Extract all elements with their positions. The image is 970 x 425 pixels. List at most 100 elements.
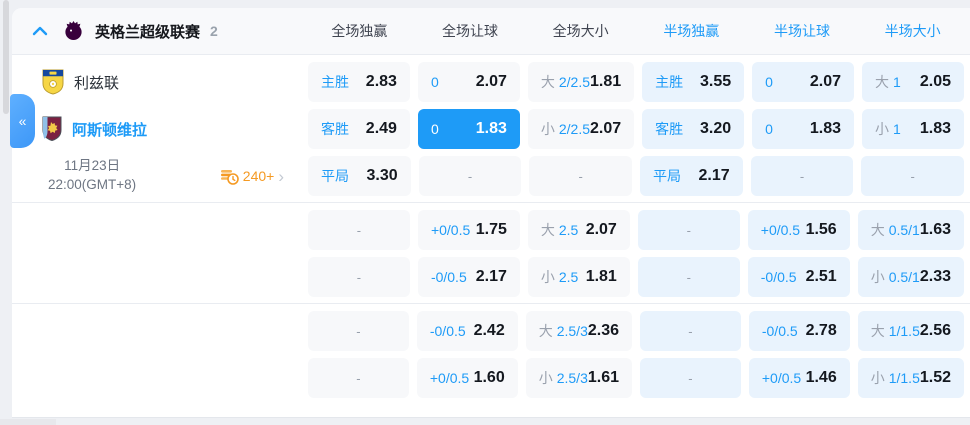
odds-cell[interactable]: 小 1 1.83 bbox=[862, 109, 964, 149]
odds-cell[interactable]: +0/0.5 1.75 bbox=[417, 210, 520, 250]
odds-cell[interactable]: 大 2.5 2.07 bbox=[527, 210, 630, 250]
aston-villa-crest-icon bbox=[42, 116, 62, 142]
odds-cell[interactable]: 客胜 2.49 bbox=[308, 109, 410, 149]
odds-line-label: +0/0.5 bbox=[761, 370, 802, 386]
odds-label-group: 大1 bbox=[875, 72, 901, 92]
odds-line-label: +0/0.5 bbox=[429, 370, 470, 386]
section-divider bbox=[12, 202, 970, 203]
odds-value: 3.55 bbox=[699, 73, 732, 90]
odds-cell[interactable]: -0/0.5 2.17 bbox=[417, 257, 520, 297]
odds-value: 2.07 bbox=[809, 73, 842, 90]
odds-value: 2.07 bbox=[585, 221, 617, 238]
match-left-cell: 阿斯顿维拉 bbox=[12, 109, 300, 149]
odds-cell[interactable]: 0 2.07 bbox=[752, 62, 855, 102]
home-team-name: 利兹联 bbox=[74, 74, 120, 92]
odds-cell[interactable]: 0 1.83 bbox=[752, 109, 855, 149]
odds-cell[interactable]: -0/0.5 2.51 bbox=[747, 257, 850, 297]
odds-line-label: 0 bbox=[765, 74, 773, 90]
column-header-fulltime-handicap: 全场让球 bbox=[441, 23, 498, 39]
odds-line-label: +0/0.5 bbox=[760, 222, 801, 238]
odds-cell[interactable]: 小 0.5/1 2.33 bbox=[857, 257, 964, 297]
odds-row: - +0/0.5 1.60 小 2.5/3 1.61- +0/0.5 1.46 小 1/1.5 1.… bbox=[12, 358, 970, 398]
odds-line-label: 0 bbox=[430, 121, 439, 137]
empty-odds-cell: - bbox=[637, 257, 740, 297]
odds-cell[interactable]: 主胜 3.55 bbox=[642, 62, 745, 102]
overunder-prefix: 大 bbox=[875, 74, 890, 90]
overunder-prefix: 小 bbox=[540, 269, 555, 285]
odds-cell[interactable]: -0/0.5 2.42 bbox=[416, 311, 518, 351]
odds-value: 2.05 bbox=[919, 73, 951, 90]
odds-label-group: 0 bbox=[431, 74, 439, 90]
odds-line-label: +0/0.5 bbox=[430, 222, 471, 238]
more-markets-button[interactable]: 240+ › bbox=[220, 168, 284, 185]
odds-label-group: +0/0.5 bbox=[762, 370, 801, 386]
overunder-prefix: 大 bbox=[538, 323, 553, 339]
odds-line-label: 0.5/1 bbox=[888, 222, 920, 238]
odds-line-label: 平局 bbox=[652, 168, 681, 184]
odds-cell[interactable]: 小 2.5/3 1.61 bbox=[525, 358, 632, 398]
odds-cell[interactable]: 大 0.5/1 1.63 bbox=[857, 210, 964, 250]
match-date: 11月23日 bbox=[64, 158, 121, 174]
odds-cell[interactable]: 平局 3.30 bbox=[308, 156, 411, 196]
odds-cell[interactable]: 大 1 2.05 bbox=[862, 62, 964, 102]
overunder-prefix: 大 bbox=[870, 323, 885, 339]
odds-row: - -0/0.5 2.42 大 2.5/3 2.36- -0/0.5 2.78 大 1/1.5 2.… bbox=[12, 311, 970, 351]
overunder-prefix: 小 bbox=[875, 121, 890, 137]
odds-value: 1.63 bbox=[919, 221, 951, 238]
match-left-cell bbox=[12, 257, 300, 297]
league-match-count: 2 bbox=[210, 23, 218, 39]
odds-value: 2.83 bbox=[365, 73, 397, 90]
odds-cell[interactable]: 大 2/2.5 1.81 bbox=[527, 62, 635, 102]
odds-line-label: 2.5 bbox=[558, 222, 579, 238]
odds-line-label: 1 bbox=[893, 121, 901, 137]
odds-cell[interactable]: 主胜 2.83 bbox=[308, 62, 410, 102]
overunder-prefix: 大 bbox=[540, 222, 555, 238]
odds-cell[interactable]: 大 2.5/3 2.36 bbox=[525, 311, 632, 351]
left-scrollbar-thumb[interactable] bbox=[3, 0, 9, 114]
overunder-prefix: 小 bbox=[870, 269, 885, 285]
odds-label-group: 主胜 bbox=[655, 72, 683, 92]
column-header-halftime-1x2: 半场独赢 bbox=[663, 23, 720, 39]
odds-cell[interactable]: 大 1/1.5 2.56 bbox=[857, 311, 964, 351]
odds-cell[interactable]: 小 1/1.5 1.52 bbox=[857, 358, 964, 398]
match-meta-row: 11月23日 22:00(GMT+8) 240+ › bbox=[12, 157, 300, 195]
premier-league-logo-icon bbox=[63, 20, 84, 43]
odds-cell[interactable]: -0/0.5 2.78 bbox=[748, 311, 850, 351]
odds-value: 2.17 bbox=[475, 268, 507, 285]
odds-label-group: +0/0.5 bbox=[430, 370, 469, 386]
odds-cell[interactable]: 客胜 3.20 bbox=[642, 109, 745, 149]
odds-label-group: 客胜 bbox=[321, 119, 349, 139]
odds-cell[interactable]: 0 2.07 bbox=[417, 62, 520, 102]
odds-cell[interactable]: +0/0.5 1.46 bbox=[748, 358, 850, 398]
empty-odds-cell: - bbox=[308, 311, 409, 351]
odds-line-label: 平局 bbox=[321, 168, 349, 184]
odds-cell[interactable]: +0/0.5 1.60 bbox=[416, 358, 518, 398]
odds-label-group: 大 2/2.5 bbox=[541, 72, 590, 92]
odds-value: 2.07 bbox=[590, 120, 622, 137]
section-divider bbox=[12, 303, 970, 304]
odds-line-label: 2.5 bbox=[558, 269, 579, 285]
match-time: 22:00(GMT+8) bbox=[48, 177, 137, 192]
home-team-row[interactable]: 利兹联 bbox=[12, 69, 119, 95]
odds-cell[interactable]: 0 1.83 bbox=[417, 109, 520, 149]
odds-cell[interactable]: +0/0.5 1.56 bbox=[747, 210, 850, 250]
match-left-cell: 11月23日 22:00(GMT+8) 240+ › bbox=[12, 156, 300, 196]
league-info: 英格兰超级联赛 2 bbox=[12, 20, 300, 43]
more-markets-count: 240+ bbox=[242, 168, 275, 184]
odds-cell[interactable]: 平局 2.17 bbox=[639, 156, 743, 196]
odds-cell[interactable]: 小 2/2.5 2.07 bbox=[527, 109, 635, 149]
league-header: 英格兰超级联赛 2 全场独赢 全场让球 全场大小 半场独赢 半场让球 半场大小 bbox=[12, 8, 970, 55]
odds-line-label: 主胜 bbox=[655, 74, 684, 90]
odds-value: 1.83 bbox=[919, 120, 951, 137]
odds-line-label: 1/1.5 bbox=[888, 370, 920, 386]
odds-line-label: 1/1.5 bbox=[888, 323, 920, 339]
odds-cell[interactable]: 小 2.5 1.81 bbox=[527, 257, 630, 297]
empty-odds-cell: - bbox=[308, 358, 409, 398]
overunder-prefix: 大 bbox=[540, 74, 555, 90]
odds-line-label: 2/2.5 bbox=[558, 121, 591, 137]
odds-line-label: 0 bbox=[765, 121, 773, 137]
collapse-sidebar-tab[interactable]: « bbox=[10, 94, 35, 148]
collapse-league-button[interactable] bbox=[30, 24, 50, 38]
column-header-halftime-handicap: 半场让球 bbox=[773, 23, 830, 39]
odds-label-group: 0 bbox=[431, 121, 439, 137]
